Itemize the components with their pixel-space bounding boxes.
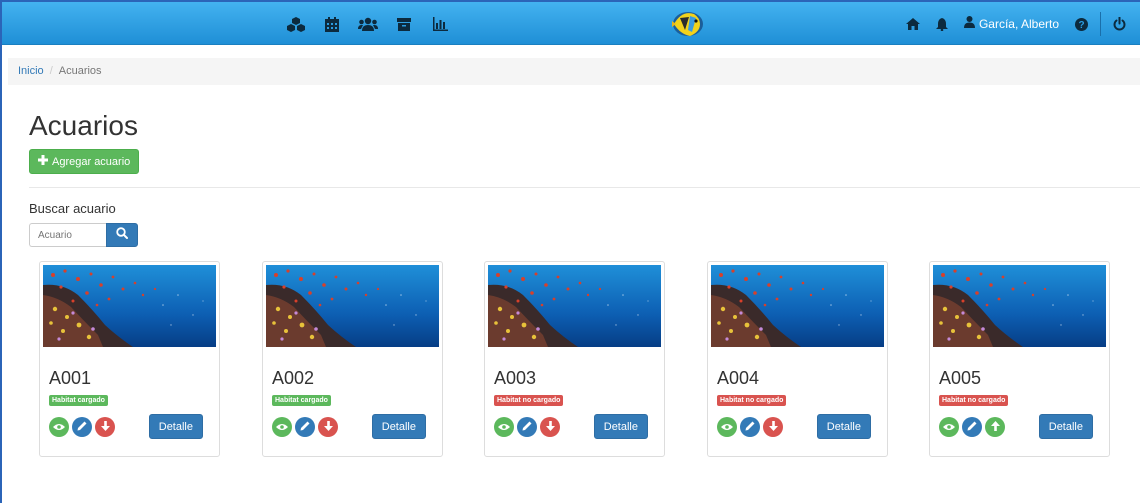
search-label: Buscar acuario [29, 201, 116, 216]
users-icon[interactable] [356, 13, 380, 35]
page-title: Acuarios [29, 110, 138, 141]
pencil-icon [522, 418, 532, 436]
breadcrumb-home-link[interactable]: Inicio [18, 65, 44, 77]
archive-icon[interactable] [392, 13, 416, 35]
home-icon[interactable] [905, 18, 920, 30]
nav-divider [1100, 12, 1101, 36]
view-button[interactable] [939, 417, 959, 437]
download-button[interactable] [95, 417, 115, 437]
nav-icon-group [284, 13, 464, 35]
search-button[interactable] [106, 223, 138, 247]
fish-logo[interactable] [670, 8, 706, 40]
aquarium-title: A005 [939, 368, 982, 388]
aquarium-image [933, 265, 1106, 347]
breadcrumb-separator: / [49, 65, 53, 77]
top-navbar: García, Alberto ? [2, 2, 1140, 45]
plus-icon [38, 155, 48, 168]
download-button[interactable] [318, 417, 338, 437]
aquarium-image [488, 265, 661, 347]
edit-button[interactable] [295, 417, 315, 437]
user-icon [963, 15, 975, 33]
detail-button[interactable]: Detalle [371, 414, 426, 439]
bar-chart-icon[interactable] [428, 13, 452, 35]
aquarium-image [711, 265, 884, 347]
divider [29, 187, 1140, 188]
aquarium-title: A004 [717, 368, 760, 388]
pencil-icon [300, 418, 310, 436]
eye-icon [53, 418, 65, 436]
pencil-icon [967, 418, 977, 436]
aquarium-image [266, 265, 439, 347]
aquarium-card-a005: A005 Habitat no cargado Detalle [929, 261, 1110, 457]
add-aquarium-label: Agregar acuario [52, 155, 131, 168]
edit-button[interactable] [517, 417, 537, 437]
card-actions [717, 417, 783, 437]
detail-button[interactable]: Detalle [593, 414, 648, 439]
upload-button[interactable] [985, 417, 1005, 437]
user-menu[interactable]: García, Alberto [963, 15, 1059, 33]
search-input[interactable] [29, 223, 106, 247]
arrow-down-icon [100, 418, 110, 436]
aquarium-card-a004: A004 Habitat no cargado Detalle [707, 261, 888, 457]
eye-icon [943, 418, 955, 436]
arrow-up-icon [990, 418, 1000, 436]
breadcrumb-current: Acuarios [58, 65, 102, 77]
edit-button[interactable] [962, 417, 982, 437]
eye-icon [498, 418, 510, 436]
eye-icon [721, 418, 733, 436]
aquarium-card-a003: A003 Habitat no cargado Detalle [484, 261, 665, 457]
view-button[interactable] [494, 417, 514, 437]
status-badge: Habitat no cargado [717, 395, 787, 406]
aquarium-image [43, 265, 216, 347]
aquarium-title: A001 [49, 368, 92, 388]
search-icon [116, 226, 128, 244]
bell-icon[interactable] [935, 17, 948, 31]
view-button[interactable] [272, 417, 292, 437]
status-badge: Habitat cargado [272, 395, 331, 406]
status-badge: Habitat no cargado [939, 395, 1009, 406]
status-badge: Habitat cargado [49, 395, 108, 406]
nav-right-group: García, Alberto ? [890, 12, 1126, 36]
card-actions [939, 417, 1005, 437]
pencil-icon [77, 418, 87, 436]
add-aquarium-button[interactable]: Agregar acuario [29, 149, 140, 174]
card-actions [49, 417, 115, 437]
arrow-down-icon [545, 418, 555, 436]
calendar-icon[interactable] [320, 13, 344, 35]
card-actions [494, 417, 560, 437]
breadcrumb: Inicio / Acuarios [8, 58, 1140, 85]
arrow-down-icon [768, 418, 778, 436]
svg-text:?: ? [1078, 20, 1084, 31]
card-actions [272, 417, 338, 437]
download-button[interactable] [540, 417, 560, 437]
detail-button[interactable]: Detalle [1038, 414, 1093, 439]
user-name: García, Alberto [978, 17, 1059, 31]
arrow-down-icon [323, 418, 333, 436]
aquarium-card-a002: A002 Habitat cargado Detalle [262, 261, 443, 457]
status-badge: Habitat no cargado [494, 395, 564, 406]
question-circle-icon[interactable]: ? [1075, 17, 1088, 31]
edit-button[interactable] [72, 417, 92, 437]
cubes-icon[interactable] [284, 13, 308, 35]
aquarium-title: A002 [272, 368, 315, 388]
power-icon[interactable] [1113, 17, 1126, 31]
window-frame-left [0, 0, 2, 503]
search-group [29, 223, 138, 247]
detail-button[interactable]: Detalle [816, 414, 871, 439]
view-button[interactable] [717, 417, 737, 437]
eye-icon [276, 418, 288, 436]
download-button[interactable] [763, 417, 783, 437]
aquarium-title: A003 [494, 368, 537, 388]
edit-button[interactable] [740, 417, 760, 437]
detail-button[interactable]: Detalle [148, 414, 203, 439]
view-button[interactable] [49, 417, 69, 437]
aquarium-card-a001: A001 Habitat cargado Detalle [39, 261, 220, 457]
pencil-icon [745, 418, 755, 436]
